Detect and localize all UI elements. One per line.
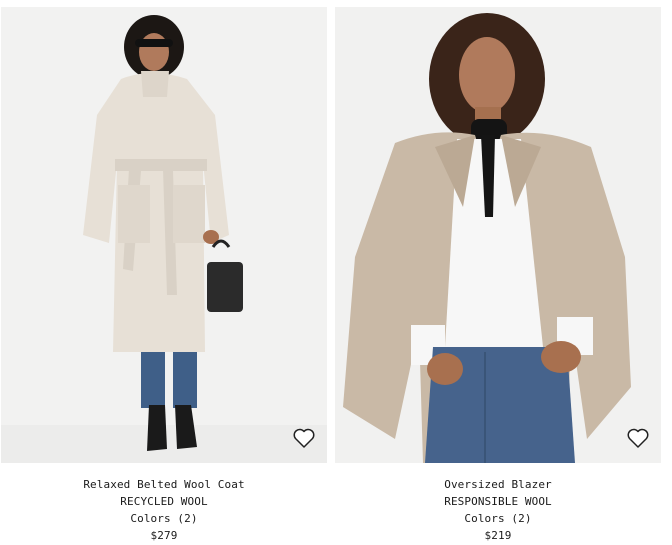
product-colors[interactable]: Colors (2) <box>335 510 661 527</box>
product-name[interactable]: Oversized Blazer <box>335 476 661 493</box>
product-colors[interactable]: Colors (2) <box>1 510 327 527</box>
product-info: Oversized Blazer RESPONSIBLE WOOL Colors… <box>335 476 661 544</box>
product-card[interactable]: Relaxed Belted Wool Coat RECYCLED WOOL C… <box>1 7 327 544</box>
favorite-heart-icon[interactable] <box>626 427 650 449</box>
product-grid: Relaxed Belted Wool Coat RECYCLED WOOL C… <box>0 0 672 545</box>
product-material: RESPONSIBLE WOOL <box>444 495 552 508</box>
product-image[interactable] <box>335 7 661 463</box>
product-price: $219 <box>484 529 512 542</box>
favorite-heart-icon[interactable] <box>292 427 316 449</box>
product-card[interactable]: Oversized Blazer RESPONSIBLE WOOL Colors… <box>335 7 661 544</box>
product-image[interactable] <box>1 7 327 463</box>
product-material: RECYCLED WOOL <box>120 495 208 508</box>
blazer-model-photo <box>335 7 661 463</box>
coat-model-photo <box>1 7 327 463</box>
product-name[interactable]: Relaxed Belted Wool Coat <box>1 476 327 493</box>
product-price: $279 <box>150 529 178 542</box>
product-info: Relaxed Belted Wool Coat RECYCLED WOOL C… <box>1 476 327 544</box>
